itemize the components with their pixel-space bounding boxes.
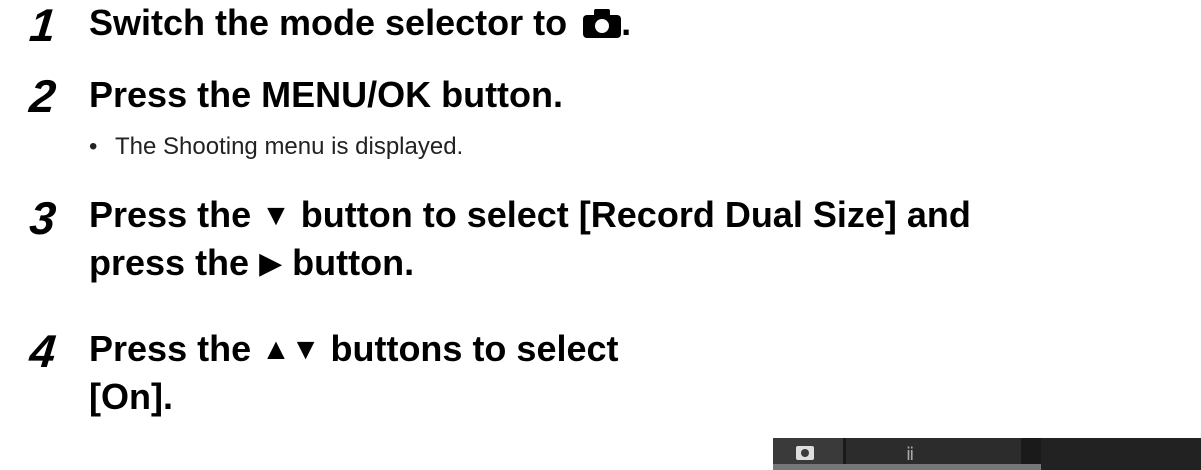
step-note-text: The Shooting menu is displayed. (115, 133, 464, 160)
step-number: 2 (27, 70, 59, 122)
step-title-text: Switch the mode selector to (89, 2, 578, 43)
step-number: 4 (27, 325, 59, 377)
step-title: Switch the mode selector to . (89, 0, 631, 46)
step-title-line-2: [On]. (89, 376, 173, 417)
text: press the (89, 242, 260, 283)
lcd-right-panel (1041, 438, 1201, 470)
text: button to select [Record Dual Size] and (290, 194, 971, 235)
step-title-line-1: Press the ▲▼ buttons to select (89, 326, 619, 373)
wrench-icon: ⅱ (906, 444, 915, 464)
camera-icon (796, 446, 814, 460)
right-arrow-icon: ▶ (259, 247, 283, 280)
up-down-arrow-icon: ▲▼ (261, 333, 321, 366)
bullet: • (89, 133, 98, 160)
camera-lcd-preview: ⅱ (773, 438, 1201, 470)
text: Press the (89, 328, 262, 369)
menu-highlight-bar (773, 464, 1043, 470)
camera-icon (583, 8, 622, 38)
step-number: 3 (27, 192, 59, 244)
step-number: 1 (27, 0, 59, 51)
text: button. (282, 242, 415, 283)
step-title-period: . (621, 2, 632, 43)
step-title-line-2: press the ▶ button. (89, 240, 414, 287)
down-arrow-icon: ▼ (261, 199, 291, 232)
step-title: Press the MENU/OK button. (89, 74, 564, 115)
step-title-line-1: Press the ▼ button to select [Record Dua… (89, 192, 971, 239)
text: Press the (89, 194, 262, 235)
text: buttons to select (320, 328, 619, 369)
step-note: • The Shooting menu is displayed. (89, 133, 463, 161)
